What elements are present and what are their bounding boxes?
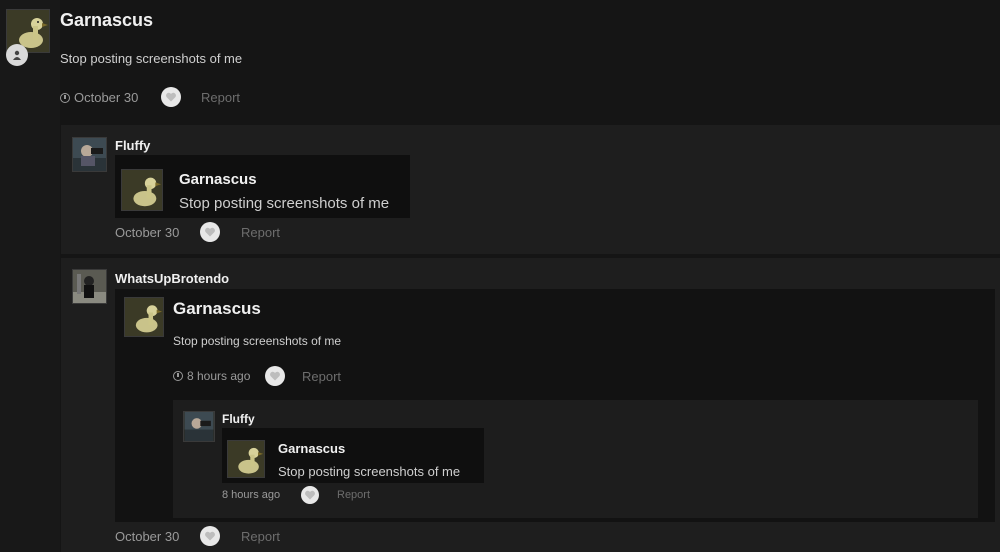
reply1-report-link[interactable]: Report xyxy=(241,225,280,240)
nested-like-button[interactable] xyxy=(301,486,319,504)
fluffy-avatar[interactable] xyxy=(72,137,107,172)
left-gutter xyxy=(0,0,60,552)
reply2-embed-avatar[interactable] xyxy=(124,297,164,337)
reply1-date[interactable]: October 30 xyxy=(115,225,179,240)
reply2-embed-time[interactable]: 8 hours ago xyxy=(173,369,250,383)
post-date[interactable]: October 30 xyxy=(60,90,138,105)
nested-time[interactable]: 8 hours ago xyxy=(222,489,280,501)
reply2-embed-like-button[interactable] xyxy=(265,366,285,386)
reply1-quote-author[interactable]: Garnascus xyxy=(179,171,257,188)
nested-quote-body: Stop posting screenshots of me xyxy=(278,464,461,479)
post-like-button[interactable] xyxy=(161,87,181,107)
duck-avatar-image xyxy=(122,170,162,210)
heart-icon xyxy=(305,490,315,500)
heart-icon xyxy=(205,531,215,541)
reply2-embed-body: Stop posting screenshots of me xyxy=(173,334,342,348)
reply2-like-button[interactable] xyxy=(200,526,220,546)
clock-icon xyxy=(173,371,183,381)
clock-icon xyxy=(60,93,70,103)
reply2-embed-author[interactable]: Garnascus xyxy=(173,299,261,319)
fluffy-avatar-image xyxy=(73,138,106,171)
reply2-date[interactable]: October 30 xyxy=(115,529,179,544)
post-author-name[interactable]: Garnascus xyxy=(60,10,153,31)
post-report-link[interactable]: Report xyxy=(201,90,240,105)
duck-avatar-image xyxy=(228,441,264,477)
post-date-text: October 30 xyxy=(74,90,139,105)
reply2-report-link[interactable]: Report xyxy=(241,529,280,544)
fluffy-avatar-image xyxy=(184,412,214,441)
reply1-quote-body: Stop posting screenshots of me xyxy=(179,195,390,212)
whatsupbrotendo-avatar-image xyxy=(73,270,106,303)
nested-fluffy-avatar[interactable] xyxy=(183,411,215,442)
nested-quote-avatar[interactable] xyxy=(227,440,265,478)
heart-icon xyxy=(270,371,280,381)
post-body: Stop posting screenshots of me xyxy=(60,51,243,66)
heart-icon xyxy=(166,92,176,102)
reply2-embed-time-text: 8 hours ago xyxy=(187,369,251,383)
user-badge xyxy=(6,44,28,66)
reply2-author-name[interactable]: WhatsUpBrotendo xyxy=(115,271,229,286)
reply1-like-button[interactable] xyxy=(200,222,220,242)
heart-icon xyxy=(205,227,215,237)
whatsupbrotendo-avatar[interactable] xyxy=(72,269,107,304)
reply1-quote-avatar[interactable] xyxy=(121,169,163,211)
nested-quote-author[interactable]: Garnascus xyxy=(278,441,345,456)
user-icon xyxy=(13,50,21,60)
duck-avatar-image xyxy=(125,298,163,336)
reply1-author-name[interactable]: Fluffy xyxy=(115,138,150,153)
nested-fluffy-author[interactable]: Fluffy xyxy=(222,412,255,426)
reply2-embed-report-link[interactable]: Report xyxy=(302,369,341,384)
nested-report-link[interactable]: Report xyxy=(337,489,370,501)
